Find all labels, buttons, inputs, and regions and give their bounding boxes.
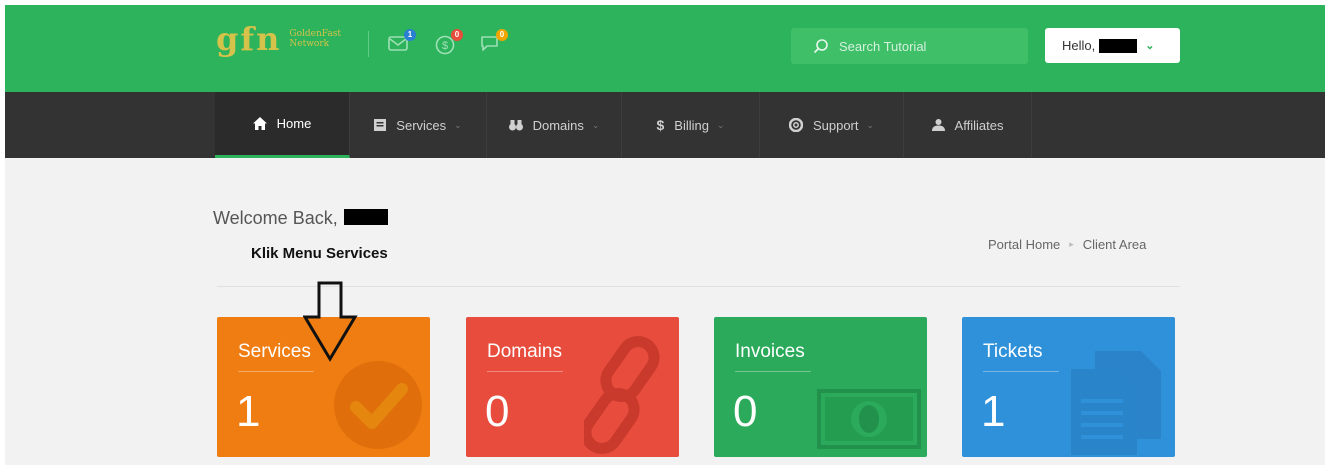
nav-services[interactable]: Services ⌄ <box>350 92 487 158</box>
breadcrumb: Portal Home ▸ Client Area <box>988 237 1146 252</box>
chevron-down-icon: ⌄ <box>1145 40 1155 52</box>
tile-underline <box>983 371 1059 372</box>
chevron-down-icon: ⌄ <box>454 119 462 130</box>
list-icon <box>374 119 387 131</box>
tile-underline <box>487 371 563 372</box>
invoices-tile-label: Invoices <box>735 341 805 362</box>
redacted-username <box>1099 38 1138 53</box>
search-box[interactable] <box>791 28 1028 64</box>
dollar-icon: $ <box>656 117 665 133</box>
redacted-username <box>343 208 388 225</box>
nav-affiliates[interactable]: Affiliates <box>904 92 1032 158</box>
nav-support[interactable]: Support ⌄ <box>760 92 904 158</box>
tile-underline <box>238 371 314 372</box>
annotation-text: Klik Menu Services <box>251 245 388 262</box>
domains-tile-label: Domains <box>487 341 562 362</box>
breadcrumb-separator-icon: ▸ <box>1069 239 1074 249</box>
billing-notification[interactable]: $ 0 <box>435 29 465 57</box>
header-divider <box>368 31 369 57</box>
breadcrumb-portal-home[interactable]: Portal Home <box>988 237 1060 252</box>
tickets-tile[interactable]: Tickets 1 <box>962 317 1175 457</box>
tickets-tile-label: Tickets <box>983 341 1043 362</box>
search-input[interactable] <box>837 37 1011 55</box>
top-header: gfn GoldenFast Network 1 $ 0 0 Search Tu… <box>5 5 1325 92</box>
domains-tile[interactable]: Domains 0 <box>466 317 679 457</box>
logo-text: GoldenFast Network <box>289 29 342 49</box>
home-icon <box>252 117 267 130</box>
breadcrumb-client-area: Client Area <box>1082 237 1147 252</box>
services-tile-label: Services <box>238 341 311 362</box>
user-greeting: Hello, <box>1062 38 1096 53</box>
search-icon <box>813 39 828 54</box>
chat-badge: 0 <box>496 29 508 41</box>
nav-home-label: Home <box>276 116 312 131</box>
nav-affiliates-label: Affiliates <box>954 117 1004 133</box>
documents-icon <box>1071 351 1161 455</box>
messages-badge: 1 <box>404 29 416 41</box>
welcome-text: Welcome Back, <box>213 208 338 228</box>
invoices-count: 0 <box>733 387 758 436</box>
nav-billing[interactable]: $ Billing ⌄ <box>622 92 760 158</box>
nav-billing-label: Billing <box>674 117 709 133</box>
page-title: Welcome Back, <box>213 208 388 229</box>
main-nav: Home Services ⌄ Domains ⌄ $ Billing ⌄ Su… <box>5 92 1325 158</box>
domains-count: 0 <box>485 387 510 436</box>
nav-services-label: Services <box>396 117 447 133</box>
user-icon <box>931 119 945 131</box>
money-icon <box>817 389 921 449</box>
invoices-tile[interactable]: Invoices 0 <box>714 317 927 457</box>
lifebuoy-icon <box>788 118 803 132</box>
chevron-down-icon: ⌄ <box>866 119 875 130</box>
chevron-down-icon: ⌄ <box>716 119 725 130</box>
user-menu-button[interactable]: Hello, ⌄ <box>1045 28 1180 63</box>
annotation-arrow-icon <box>303 281 358 362</box>
tickets-count: 1 <box>981 387 1006 436</box>
divider <box>217 286 1180 287</box>
nav-domains[interactable]: Domains ⌄ <box>487 92 622 158</box>
nav-home[interactable]: Home <box>215 92 350 158</box>
tile-underline <box>735 371 811 372</box>
check-circle-icon <box>334 361 422 449</box>
logo-mark: gfn <box>216 20 282 58</box>
chain-link-icon <box>584 336 660 454</box>
services-count: 1 <box>236 387 261 436</box>
chevron-down-icon: ⌄ <box>591 119 600 130</box>
binoculars-icon <box>508 119 523 131</box>
svg-text:$: $ <box>442 40 448 52</box>
chat-notification[interactable]: 0 <box>480 29 510 57</box>
client-area-page: gfn GoldenFast Network 1 $ 0 0 Search Tu… <box>5 5 1325 465</box>
messages-notification[interactable]: 1 <box>388 29 418 57</box>
billing-badge: 0 <box>451 29 463 41</box>
nav-domains-label: Domains <box>532 117 584 133</box>
nav-support-label: Support <box>812 117 859 133</box>
logo[interactable]: gfn GoldenFast Network <box>216 19 341 59</box>
